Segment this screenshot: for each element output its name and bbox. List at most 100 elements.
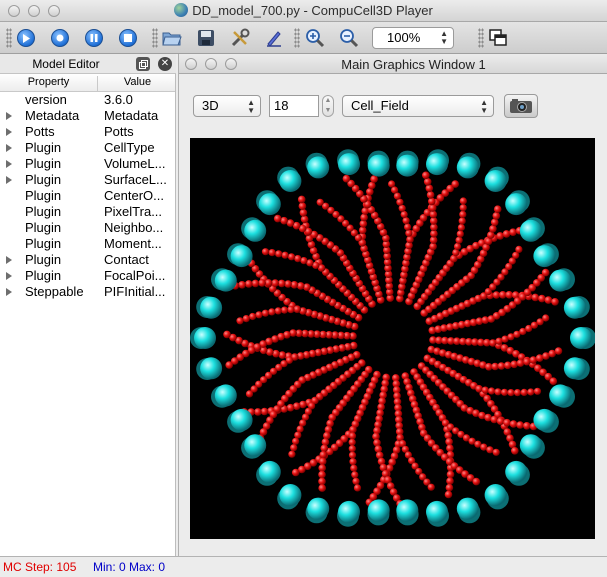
cyan-cell xyxy=(456,156,479,179)
tree-row[interactable]: Steppable PIFInitial... xyxy=(0,284,175,300)
red-cell xyxy=(353,484,362,492)
tree-row[interactable]: Plugin SurfaceL... xyxy=(0,172,175,188)
tree-row[interactable]: Plugin VolumeL... xyxy=(0,156,175,172)
cyan-cell xyxy=(200,296,223,319)
red-cell xyxy=(404,223,412,231)
red-cell xyxy=(258,279,266,287)
red-cell xyxy=(422,171,430,180)
field-select[interactable]: Cell_Field ▲ ▼ xyxy=(342,95,494,117)
cyan-cell xyxy=(230,245,253,268)
cyan-cell xyxy=(396,154,419,177)
depth-stepper[interactable]: ▲ ▼ xyxy=(322,95,334,117)
model-editor-tree[interactable]: Property Value version 3.6.0 Metadata Metad… xyxy=(0,74,176,556)
tree-row-property: Potts xyxy=(25,124,55,139)
tree-row-value: Metadata xyxy=(104,108,159,123)
window-layout-button[interactable] xyxy=(487,27,509,49)
tree-row[interactable]: Metadata Metadata xyxy=(0,108,175,124)
tree-row[interactable]: Potts Potts xyxy=(0,124,175,140)
column-header-property[interactable]: Property xyxy=(0,76,98,91)
expand-triangle-icon[interactable] xyxy=(6,128,12,136)
red-cell xyxy=(268,249,276,257)
zoom-in-button[interactable] xyxy=(304,27,326,49)
red-cell xyxy=(486,446,494,454)
graphics-controls: 3D ▲ ▼ 18 ▲ ▼ Cell_Field ▲ ▼ xyxy=(179,74,607,138)
red-cell xyxy=(406,235,414,244)
cyan-cell xyxy=(549,269,572,292)
toolbar-grip[interactable] xyxy=(294,28,300,48)
column-header-value[interactable]: Value xyxy=(99,76,176,88)
toolbar-grip[interactable] xyxy=(6,28,12,48)
expand-triangle-icon[interactable] xyxy=(6,144,12,152)
red-cell xyxy=(428,204,437,212)
red-cell xyxy=(400,210,408,219)
red-cell xyxy=(456,230,464,238)
cyan-cell xyxy=(214,269,237,292)
tree-row-value: CellType xyxy=(104,140,155,155)
red-cell xyxy=(446,477,454,485)
red-cell xyxy=(459,210,467,218)
zoom-out-button[interactable] xyxy=(338,27,360,49)
edit-button[interactable] xyxy=(263,27,285,49)
red-cell xyxy=(296,282,305,290)
zoom-level-value: 100% xyxy=(387,30,421,45)
window-title-text: DD_model_700.py - CompuCell3D Player xyxy=(192,3,433,18)
float-dock-button[interactable] xyxy=(136,57,150,71)
zoom-level-select[interactable]: 100% ▲ ▼ xyxy=(372,27,454,49)
expand-triangle-icon[interactable] xyxy=(6,288,12,296)
red-cell xyxy=(538,294,546,303)
step-button[interactable] xyxy=(49,27,71,49)
pause-button[interactable] xyxy=(83,27,105,49)
tree-row[interactable]: Plugin Moment... xyxy=(0,236,175,252)
red-cell xyxy=(429,210,438,219)
red-cell xyxy=(426,191,435,199)
toolbar-grip[interactable] xyxy=(152,28,158,48)
cyan-cell xyxy=(307,497,330,520)
expand-triangle-icon[interactable] xyxy=(6,176,12,184)
tree-row[interactable]: Plugin CenterO... xyxy=(0,188,175,204)
tree-row-property: Plugin xyxy=(25,268,62,283)
red-cell xyxy=(245,280,253,288)
red-cell xyxy=(271,279,279,287)
red-cell xyxy=(268,308,276,316)
close-dock-button[interactable]: ✕ xyxy=(158,57,172,71)
save-button[interactable] xyxy=(195,27,217,49)
view-mode-select[interactable]: 3D ▲ ▼ xyxy=(193,95,261,117)
red-cell xyxy=(455,236,463,244)
screenshot-button[interactable] xyxy=(504,94,538,118)
open-button[interactable] xyxy=(161,27,183,49)
cyan-cell xyxy=(367,154,390,177)
stop-button[interactable] xyxy=(117,27,139,49)
tree-row[interactable]: Plugin PixelTra... xyxy=(0,204,175,220)
red-cell xyxy=(278,351,287,359)
tree-row[interactable]: version 3.6.0 xyxy=(0,92,175,108)
expand-triangle-icon[interactable] xyxy=(6,160,12,168)
depth-field[interactable]: 18 xyxy=(269,95,319,117)
red-cell xyxy=(320,444,329,453)
python-file-icon xyxy=(174,3,189,17)
toolbar-grip[interactable] xyxy=(478,28,484,48)
red-cell xyxy=(492,212,501,220)
simulation-canvas[interactable] xyxy=(190,138,595,539)
red-cell xyxy=(292,437,300,445)
tree-row-property: Metadata xyxy=(25,108,80,123)
tree-row[interactable]: Plugin CellType xyxy=(0,140,175,156)
pencil-icon xyxy=(267,31,281,47)
red-cell xyxy=(249,312,257,321)
red-cell xyxy=(494,388,502,396)
red-cell xyxy=(516,421,524,429)
tree-row[interactable]: Plugin Neighbo... xyxy=(0,220,175,236)
red-cell xyxy=(275,250,283,258)
tree-row-value: Contact xyxy=(104,252,149,267)
tree-row[interactable]: Plugin Contact xyxy=(0,252,175,268)
expand-triangle-icon[interactable] xyxy=(6,256,12,264)
settings-button[interactable] xyxy=(229,27,251,49)
red-cell xyxy=(349,426,357,434)
expand-triangle-icon[interactable] xyxy=(6,112,12,120)
zoom-out-icon xyxy=(340,29,359,48)
expand-triangle-icon[interactable] xyxy=(6,272,12,280)
red-cell xyxy=(348,438,356,446)
run-button[interactable] xyxy=(15,27,37,49)
mc-step-label: MC Step: 105 xyxy=(3,560,77,574)
tree-row[interactable]: Plugin FocalPoi... xyxy=(0,268,175,284)
red-cell xyxy=(549,377,558,385)
